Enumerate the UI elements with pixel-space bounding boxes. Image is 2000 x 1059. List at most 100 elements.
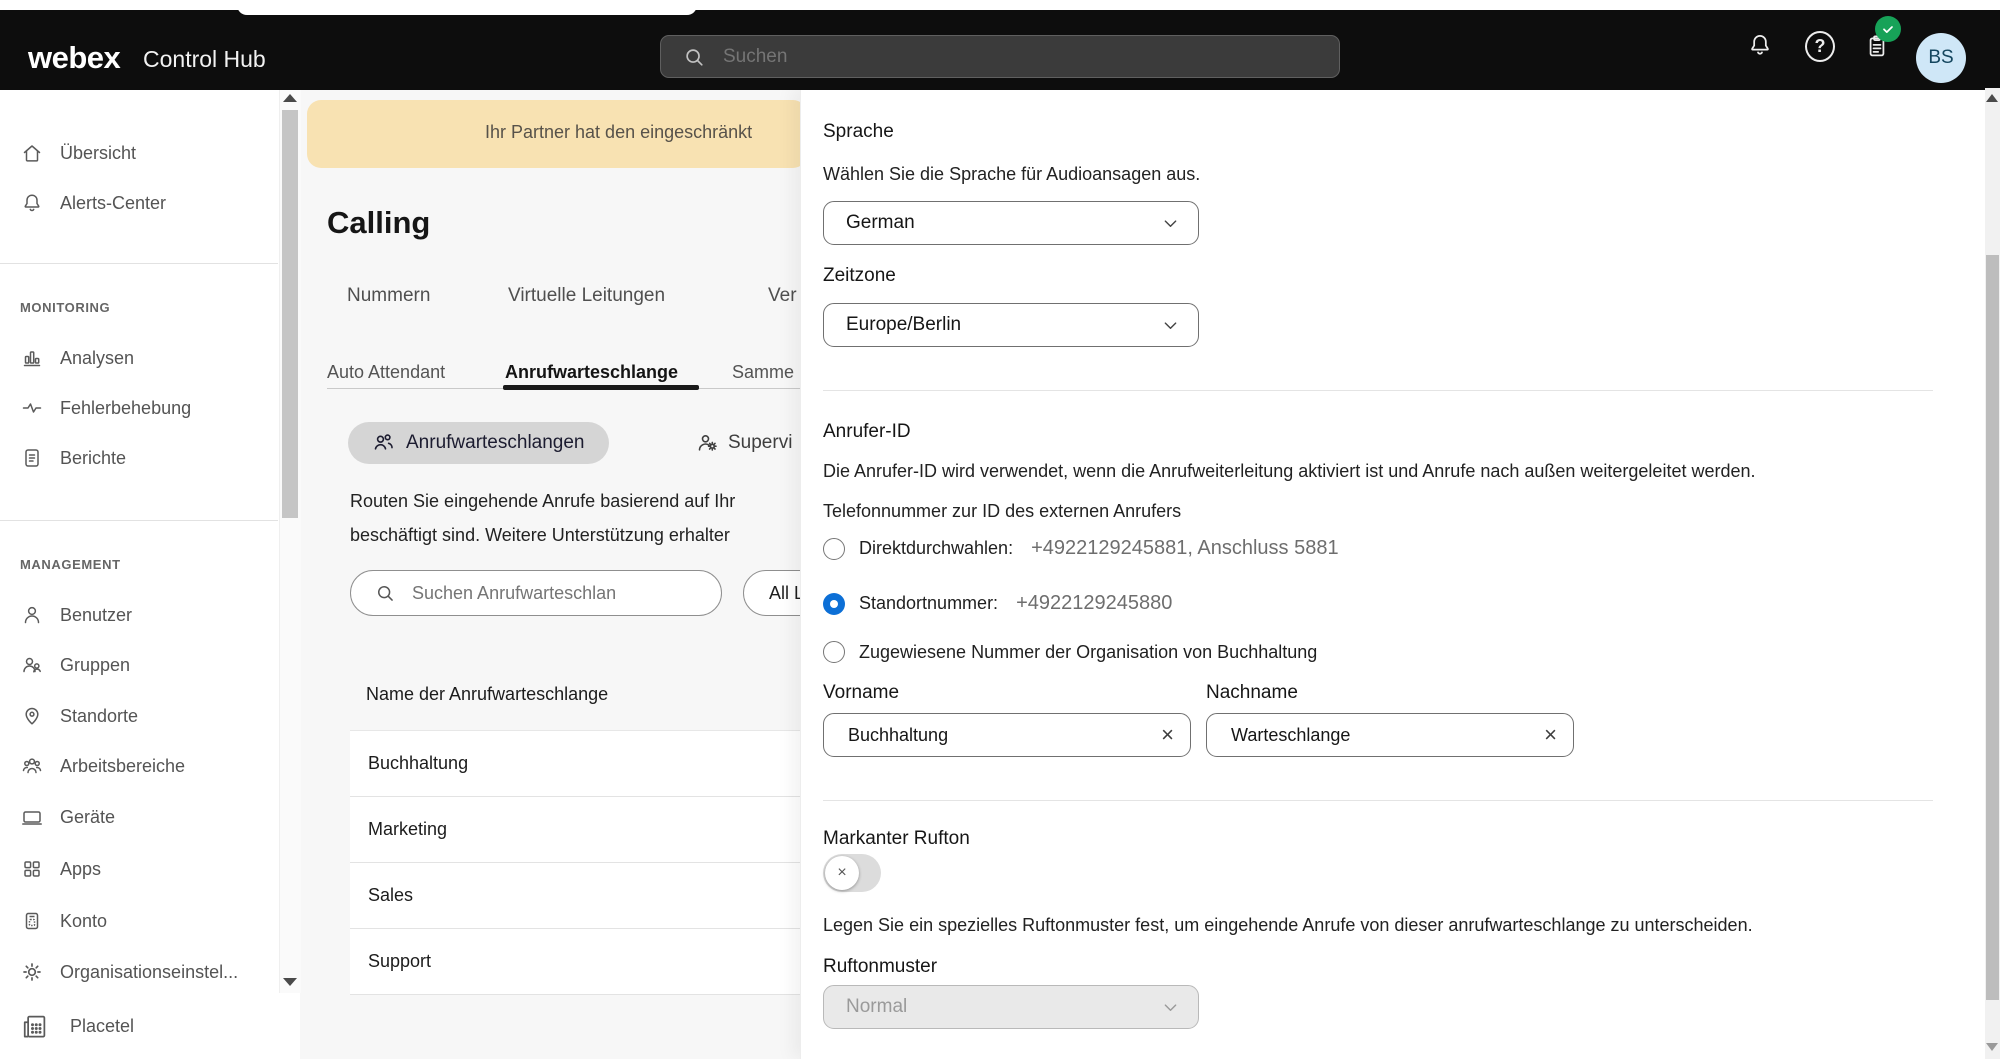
banner-text: Ihr Partner hat den eingeschränkt bbox=[485, 122, 752, 143]
scrollbar-thumb[interactable] bbox=[282, 110, 298, 518]
chevron-down-icon bbox=[1161, 316, 1180, 335]
global-search[interactable] bbox=[660, 35, 1340, 78]
first-name-field[interactable]: × bbox=[823, 713, 1191, 757]
sidebar-section-monitoring: MONITORING bbox=[20, 300, 110, 315]
ring-pattern-select: Normal bbox=[823, 985, 1199, 1029]
device-icon bbox=[20, 805, 44, 829]
queue-icon bbox=[372, 431, 396, 455]
first-name-input[interactable] bbox=[846, 724, 1130, 747]
radio-label: Zugewiesene Nummer der Organisation von … bbox=[859, 642, 1317, 663]
top-header: webex Control Hub ? BS bbox=[0, 10, 2000, 90]
language-select[interactable]: German bbox=[823, 201, 1199, 245]
scroll-down-arrow[interactable] bbox=[283, 978, 297, 986]
section-divider bbox=[823, 800, 1933, 801]
chevron-down-icon bbox=[1161, 214, 1180, 233]
subtab-samme[interactable]: Samme bbox=[732, 362, 794, 383]
scrollbar-thumb[interactable] bbox=[1986, 255, 1999, 1000]
sidebar-item-benutzer[interactable]: Benutzer bbox=[20, 595, 132, 635]
scroll-down-arrow[interactable] bbox=[1986, 1043, 1998, 1051]
search-icon bbox=[375, 583, 395, 603]
distinctive-ring-label: Markanter Rufton bbox=[823, 828, 970, 850]
queue-name: Buchhaltung bbox=[368, 753, 468, 774]
subtab-auto-attendant[interactable]: Auto Attendant bbox=[327, 362, 445, 383]
help-button[interactable]: ? bbox=[1805, 31, 1835, 61]
queue-search[interactable] bbox=[350, 570, 722, 616]
sidebar-item-label: Gruppen bbox=[60, 655, 130, 676]
clear-x-icon[interactable]: × bbox=[1544, 724, 1557, 746]
sidebar-item-label: Organisationseinstel... bbox=[60, 962, 238, 983]
avatar[interactable]: BS bbox=[1916, 33, 1966, 83]
sidebar-item-label: Geräte bbox=[60, 807, 115, 828]
bell-icon bbox=[20, 191, 44, 215]
segment-supervisoren[interactable]: Supervi bbox=[695, 422, 792, 464]
tab-virtuelle-leitungen[interactable]: Virtuelle Leitungen bbox=[508, 285, 665, 307]
sidebar-item-analysen[interactable]: Analysen bbox=[20, 338, 134, 378]
building-icon bbox=[20, 1011, 50, 1041]
sidebar: Übersicht Alerts-Center MONITORING Analy… bbox=[0, 90, 300, 1059]
timezone-select[interactable]: Europe/Berlin bbox=[823, 303, 1199, 347]
section-divider bbox=[823, 390, 1933, 391]
sidebar-item-organisationseinstellungen[interactable]: Organisationseinstel... bbox=[20, 952, 238, 992]
sidebar-item-apps[interactable]: Apps bbox=[20, 849, 101, 889]
ring-description: Legen Sie ein spezielles Ruftonmuster fe… bbox=[823, 915, 1753, 936]
table-column-header: Name der Anrufwarteschlange bbox=[366, 684, 608, 705]
sidebar-item-berichte[interactable]: Berichte bbox=[20, 438, 126, 478]
language-label: Sprache bbox=[823, 121, 894, 143]
radio-icon[interactable] bbox=[823, 641, 845, 663]
sidebar-item-placetel[interactable]: Placetel bbox=[20, 1006, 134, 1046]
sidebar-item-standorte[interactable]: Standorte bbox=[20, 696, 138, 736]
clear-x-icon[interactable]: × bbox=[1161, 724, 1174, 746]
last-name-input[interactable] bbox=[1229, 724, 1513, 747]
sidebar-item-fehlerbehebung[interactable]: Fehlerbehebung bbox=[20, 388, 191, 428]
sidebar-item-geraete[interactable]: Geräte bbox=[20, 797, 115, 837]
scroll-up-arrow[interactable] bbox=[1986, 94, 1998, 102]
page-title: Calling bbox=[327, 205, 430, 241]
sidebar-item-label: Konto bbox=[60, 911, 107, 932]
notifications-button[interactable] bbox=[1745, 30, 1775, 60]
main-scrollbar[interactable] bbox=[1985, 88, 2000, 1059]
queue-description-line1: Routen Sie eingehende Anrufe basierend a… bbox=[350, 491, 735, 512]
ring-pattern-value: Normal bbox=[846, 996, 907, 1018]
radio-direktdurchwahlen[interactable]: Direktdurchwahlen: +4922129245881, Ansch… bbox=[823, 537, 1339, 560]
radio-standortnummer[interactable]: Standortnummer: +4922129245880 bbox=[823, 592, 1172, 615]
account-icon bbox=[20, 909, 44, 933]
group-icon bbox=[20, 653, 44, 677]
global-search-input[interactable] bbox=[721, 45, 1285, 69]
sidebar-scrollbar[interactable] bbox=[279, 88, 301, 993]
location-pin-icon bbox=[20, 704, 44, 728]
supervisor-icon bbox=[695, 431, 719, 455]
queue-search-input[interactable] bbox=[410, 582, 694, 605]
tab-ver[interactable]: Ver bbox=[768, 285, 797, 307]
sidebar-item-konto[interactable]: Konto bbox=[20, 901, 107, 941]
sidebar-item-arbeitsbereiche[interactable]: Arbeitsbereiche bbox=[20, 746, 185, 786]
tab-nummern[interactable]: Nummern bbox=[347, 285, 430, 307]
gear-icon bbox=[20, 960, 44, 984]
last-name-field[interactable]: × bbox=[1206, 713, 1574, 757]
subtab-anrufwarteschlange[interactable]: Anrufwarteschlange bbox=[505, 362, 678, 383]
sidebar-item-label: Übersicht bbox=[60, 143, 136, 164]
queue-name: Support bbox=[368, 951, 431, 972]
first-name-label: Vorname bbox=[823, 682, 899, 704]
radio-value: +4922129245880 bbox=[1016, 592, 1172, 615]
sidebar-item-label: Analysen bbox=[60, 348, 134, 369]
sidebar-section-management: MANAGEMENT bbox=[20, 557, 121, 572]
product-name: Control Hub bbox=[143, 46, 266, 73]
bell-icon bbox=[1746, 31, 1774, 59]
sidebar-divider bbox=[0, 520, 278, 521]
radio-zugewiesene-nummer[interactable]: Zugewiesene Nummer der Organisation von … bbox=[823, 641, 1317, 663]
search-icon bbox=[683, 46, 705, 68]
active-subtab-indicator bbox=[503, 385, 699, 390]
radio-icon-selected[interactable] bbox=[823, 593, 845, 615]
pulse-icon bbox=[20, 396, 44, 420]
scroll-up-arrow[interactable] bbox=[283, 94, 297, 102]
sidebar-item-uebersicht[interactable]: Übersicht bbox=[20, 133, 136, 173]
radio-label: Direktdurchwahlen: bbox=[859, 538, 1013, 559]
sidebar-item-alerts-center[interactable]: Alerts-Center bbox=[20, 183, 166, 223]
distinctive-ring-toggle[interactable]: × bbox=[823, 854, 881, 892]
last-name-label: Nachname bbox=[1206, 682, 1298, 704]
sidebar-item-gruppen[interactable]: Gruppen bbox=[20, 645, 130, 685]
radio-icon[interactable] bbox=[823, 538, 845, 560]
apps-grid-icon bbox=[20, 857, 44, 881]
sidebar-item-label: Placetel bbox=[70, 1016, 134, 1037]
segment-anrufwarteschlangen[interactable]: Anrufwarteschlangen bbox=[348, 422, 609, 464]
